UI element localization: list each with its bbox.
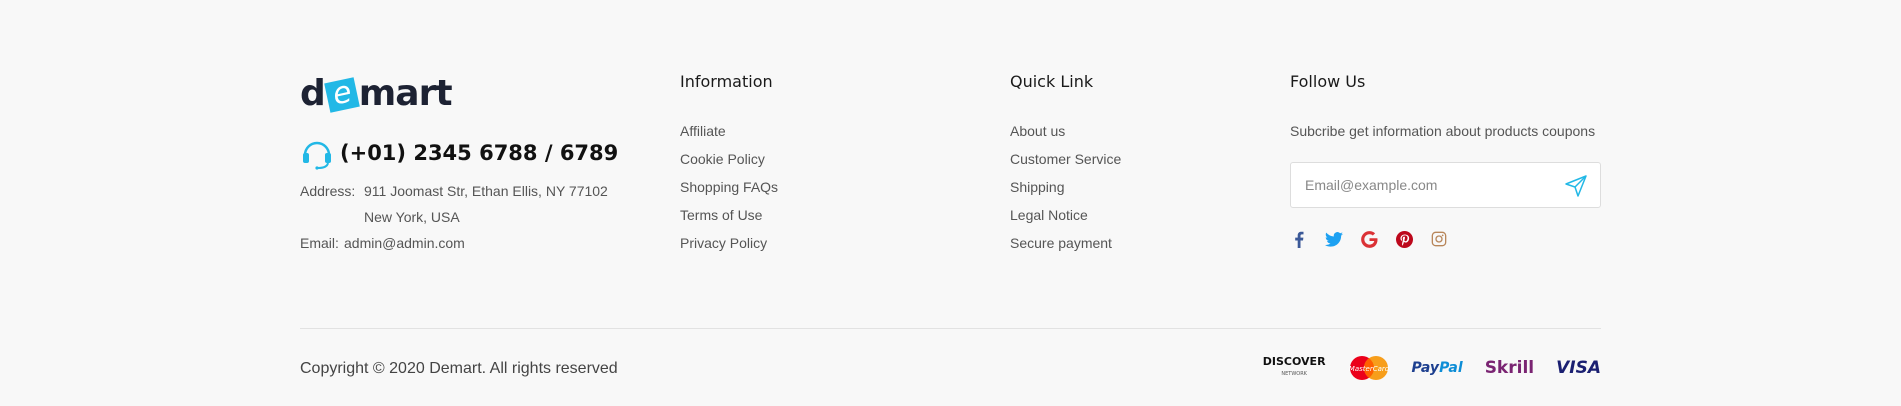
subscribe-form	[1290, 162, 1601, 208]
quick-link-heading: Quick Link	[1010, 72, 1094, 91]
phone-row: (+01) 2345 6788 / 6789	[300, 136, 618, 170]
information-heading: Information	[680, 72, 773, 91]
link-cookie-policy[interactable]: Cookie Policy	[680, 150, 778, 178]
subscribe-email-input[interactable]	[1305, 175, 1545, 195]
address-row-2: New York, USA	[300, 209, 460, 225]
demart-logo[interactable]: d e mart	[300, 74, 453, 114]
headset-icon	[303, 141, 331, 170]
social-links	[1290, 230, 1465, 248]
link-about-us[interactable]: About us	[1010, 122, 1121, 150]
phone-number: (+01) 2345 6788 / 6789	[340, 141, 619, 165]
footer-divider	[300, 328, 1601, 329]
link-legal-notice[interactable]: Legal Notice	[1010, 206, 1121, 234]
email-row: Email: admin@admin.com	[300, 235, 465, 251]
link-shopping-faqs[interactable]: Shopping FAQs	[680, 178, 778, 206]
copyright-text: Copyright © 2020 Demart. All rights rese…	[300, 360, 618, 377]
address-row: Address: 911 Joomast Str, Ethan Ellis, NY…	[300, 183, 608, 199]
address-line-2: New York, USA	[364, 209, 460, 225]
link-terms-of-use[interactable]: Terms of Use	[680, 206, 778, 234]
link-affiliate[interactable]: Affiliate	[680, 122, 778, 150]
visa-logo: VISA	[1556, 358, 1601, 378]
link-secure-payment[interactable]: Secure payment	[1010, 234, 1121, 262]
discover-logo: DISCOVER NETWORK	[1262, 355, 1326, 378]
payment-methods: DISCOVER NETWORK MasterCard Pay Pal Skril…	[1241, 355, 1601, 381]
address-label: Address:	[300, 183, 356, 199]
instagram-icon[interactable]	[1430, 230, 1448, 248]
information-links: Affiliate Cookie Policy Shopping FAQs Te…	[680, 122, 778, 262]
subscribe-text: Subcribe get information about products …	[1290, 123, 1596, 139]
paypal-logo: Pay Pal	[1411, 360, 1463, 376]
link-shipping[interactable]: Shipping	[1010, 178, 1121, 206]
skrill-logo: Skrill	[1484, 358, 1535, 378]
address-line-1: 911 Joomast Str, Ethan Ellis, NY 77102	[364, 183, 608, 199]
pinterest-icon[interactable]	[1395, 230, 1413, 248]
email-label: Email:	[300, 235, 339, 251]
email-address: admin@admin.com	[344, 235, 465, 251]
link-privacy-policy[interactable]: Privacy Policy	[680, 234, 778, 262]
mastercard-label: MasterCard	[1348, 365, 1389, 373]
send-icon[interactable]	[1564, 174, 1588, 198]
quick-links: About us Customer Service Shipping Legal…	[1010, 122, 1121, 262]
follow-us-heading: Follow Us	[1290, 72, 1366, 91]
google-icon[interactable]	[1360, 230, 1378, 248]
twitter-icon[interactable]	[1325, 230, 1343, 248]
facebook-icon[interactable]	[1290, 230, 1308, 248]
mastercard-logo: MasterCard	[1348, 355, 1390, 381]
link-customer-service[interactable]: Customer Service	[1010, 150, 1121, 178]
